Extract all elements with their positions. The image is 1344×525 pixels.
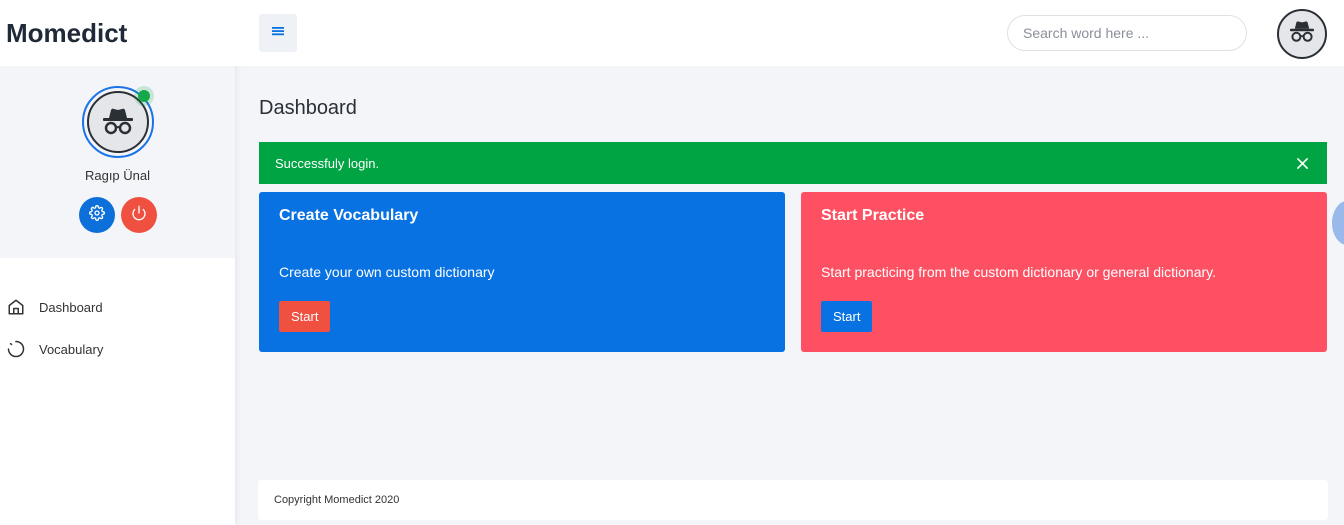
topbar <box>235 0 1344 66</box>
success-alert: Successfuly login. <box>259 142 1327 184</box>
start-practice-button[interactable]: Start <box>821 301 873 332</box>
menu-toggle-button[interactable] <box>259 14 297 52</box>
sidebar-item-vocabulary[interactable]: Vocabulary <box>0 328 235 370</box>
sidebar-nav: Dashboard Vocabulary <box>0 286 235 370</box>
copyright-text: Copyright Momedict 2020 <box>274 494 400 506</box>
sidebar-item-label: Vocabulary <box>39 341 104 357</box>
card-text: Start practicing from the custom diction… <box>821 264 1217 280</box>
sidebar-item-dashboard[interactable]: Dashboard <box>0 286 235 328</box>
gear-icon <box>88 204 105 226</box>
incognito-icon <box>1286 20 1318 49</box>
profile-avatar[interactable] <box>81 86 154 158</box>
profile-panel: Ragıp Ünal <box>0 66 235 258</box>
card-text: Create your own custom dictionary <box>279 264 495 280</box>
user-avatar-button[interactable] <box>1277 9 1327 59</box>
create-vocabulary-card: Create Vocabulary Create your own custom… <box>259 192 785 352</box>
hamburger-icon <box>271 24 285 42</box>
sidebar-item-label: Dashboard <box>39 299 103 315</box>
footer: Copyright Momedict 2020 <box>258 480 1328 520</box>
home-icon <box>6 297 26 317</box>
search-input[interactable] <box>1007 15 1247 51</box>
settings-button[interactable] <box>78 197 115 233</box>
alert-message: Successfuly login. <box>275 155 380 171</box>
power-icon <box>131 205 147 226</box>
card-title: Create Vocabulary <box>279 207 419 224</box>
brand-logo[interactable]: Momedict <box>0 0 235 66</box>
start-create-vocabulary-button[interactable]: Start <box>279 301 331 332</box>
page-title: Dashboard <box>259 97 357 119</box>
profile-name: Ragıp Ünal <box>84 168 151 183</box>
online-status-dot <box>137 90 150 102</box>
loader-icon <box>6 339 26 359</box>
card-title: Start Practice <box>821 207 925 224</box>
logout-button[interactable] <box>120 197 157 233</box>
floating-action-edge[interactable] <box>1332 201 1344 245</box>
close-icon[interactable] <box>1293 154 1311 172</box>
start-practice-card: Start Practice Start practicing from the… <box>801 192 1327 352</box>
sidebar: Momedict Ragıp Ünal Dashboard Vocabulary <box>0 0 235 525</box>
